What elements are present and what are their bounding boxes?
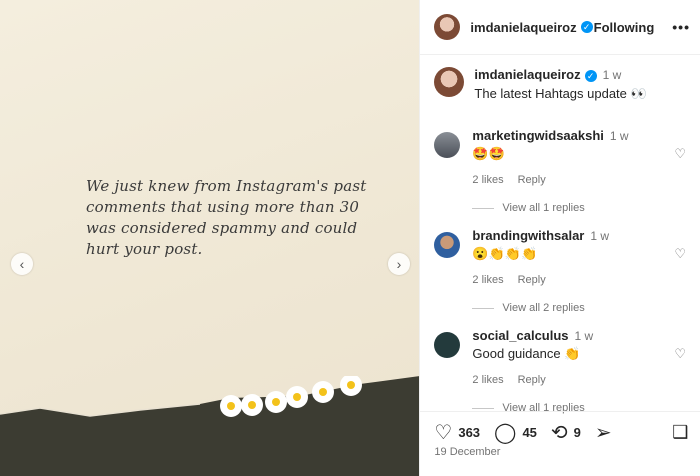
caption: imdanielaqueiroz ✓ 1 w The latest Hahtags … <box>420 55 700 102</box>
like-action[interactable]: ♡ 363 <box>434 420 480 445</box>
caption-username[interactable]: imdanielaqueiroz <box>474 67 580 82</box>
view-replies-label[interactable]: View all 1 replies <box>502 202 584 214</box>
reply-button[interactable]: Reply <box>518 274 546 286</box>
comment-item: marketingwidsaakshi 1 w 🤩🤩 2 likes Reply ♡ <box>420 128 700 186</box>
header-username[interactable]: imdanielaqueiroz <box>470 20 576 35</box>
comment-username[interactable]: brandingwithsalar <box>472 228 584 243</box>
comment-username[interactable]: marketingwidsaakshi <box>472 128 604 143</box>
chevron-left-icon: ‹ <box>19 256 25 272</box>
action-bar: ♡ 363 ◯ 45 ⟲ 9 ➢ ❑ <box>420 411 700 445</box>
comment-likes[interactable]: 2 likes <box>472 174 503 186</box>
comment-item: brandingwithsalar 1 w 😮👏👏👏 2 likes Reply ♡ <box>420 228 700 286</box>
comment-item: social_calculus 1 w Good guidance 👏 2 lik… <box>420 328 700 386</box>
post-quote: We just knew from Instagram's past comme… <box>86 177 367 258</box>
heart-icon[interactable]: ♡ <box>674 246 686 262</box>
heart-icon[interactable]: ♡ <box>434 420 452 445</box>
share-icon[interactable]: ➢ <box>595 420 612 445</box>
heart-icon[interactable]: ♡ <box>674 346 686 362</box>
comment-time: 1 w <box>574 329 594 343</box>
comment-time: 1 w <box>590 229 610 243</box>
comment-username[interactable]: social_calculus <box>472 328 568 343</box>
share-action[interactable]: ➢ <box>595 420 618 445</box>
divider <box>472 307 495 309</box>
caption-avatar[interactable] <box>434 67 465 97</box>
share-count: 9 <box>573 425 581 440</box>
comment-action[interactable]: ◯ 45 <box>494 420 537 445</box>
post-sidebar: imdanielaqueiroz ✓ Following ••• imdanie… <box>420 0 700 476</box>
commenter-avatar[interactable] <box>434 332 461 358</box>
comment-time: 1 w <box>609 129 629 143</box>
comment-text: Good guidance 👏 <box>472 346 581 361</box>
comment-likes[interactable]: 2 likes <box>472 274 503 286</box>
comment-text: 😮👏👏👏 <box>472 246 538 261</box>
post-dialog: We just knew from Instagram's past comme… <box>0 0 700 476</box>
view-replies[interactable]: View all 1 replies <box>472 202 700 214</box>
caption-text: The latest Hahtags update 👀 <box>474 86 647 101</box>
divider <box>472 207 495 209</box>
following-button[interactable]: Following <box>594 20 655 35</box>
like-count: 363 <box>458 425 481 440</box>
reply-button[interactable]: Reply <box>518 174 546 186</box>
commenter-avatar[interactable] <box>434 232 461 258</box>
comment-icon[interactable]: ◯ <box>494 420 516 445</box>
more-options-icon[interactable]: ••• <box>672 19 690 35</box>
bookmark-icon[interactable]: ❑ <box>672 422 688 443</box>
view-replies-label[interactable]: View all 2 replies <box>502 302 584 314</box>
divider <box>472 407 495 409</box>
torn-paper-daisies <box>0 376 420 476</box>
repost-icon[interactable]: ⟲ <box>551 420 568 445</box>
view-replies[interactable]: View all 2 replies <box>472 302 700 314</box>
repost-action[interactable]: ⟲ 9 <box>551 420 581 445</box>
post-media: We just knew from Instagram's past comme… <box>0 0 421 476</box>
chevron-right-icon: › <box>396 256 402 272</box>
reply-button[interactable]: Reply <box>518 374 546 386</box>
caption-time: 1 w <box>602 68 622 82</box>
heart-icon[interactable]: ♡ <box>674 146 686 162</box>
verified-icon: ✓ <box>580 21 593 33</box>
comment-likes[interactable]: 2 likes <box>472 374 503 386</box>
avatar[interactable] <box>434 14 461 40</box>
comment-text: 🤩🤩 <box>472 146 505 161</box>
verified-icon: ✓ <box>584 69 597 82</box>
prev-slide-button[interactable]: ‹ <box>11 253 33 275</box>
commenter-avatar[interactable] <box>434 132 461 158</box>
comment-count: 45 <box>522 425 537 440</box>
post-header: imdanielaqueiroz ✓ Following ••• <box>420 0 700 55</box>
post-date: 19 December <box>434 446 501 458</box>
next-slide-button[interactable]: › <box>388 253 410 275</box>
